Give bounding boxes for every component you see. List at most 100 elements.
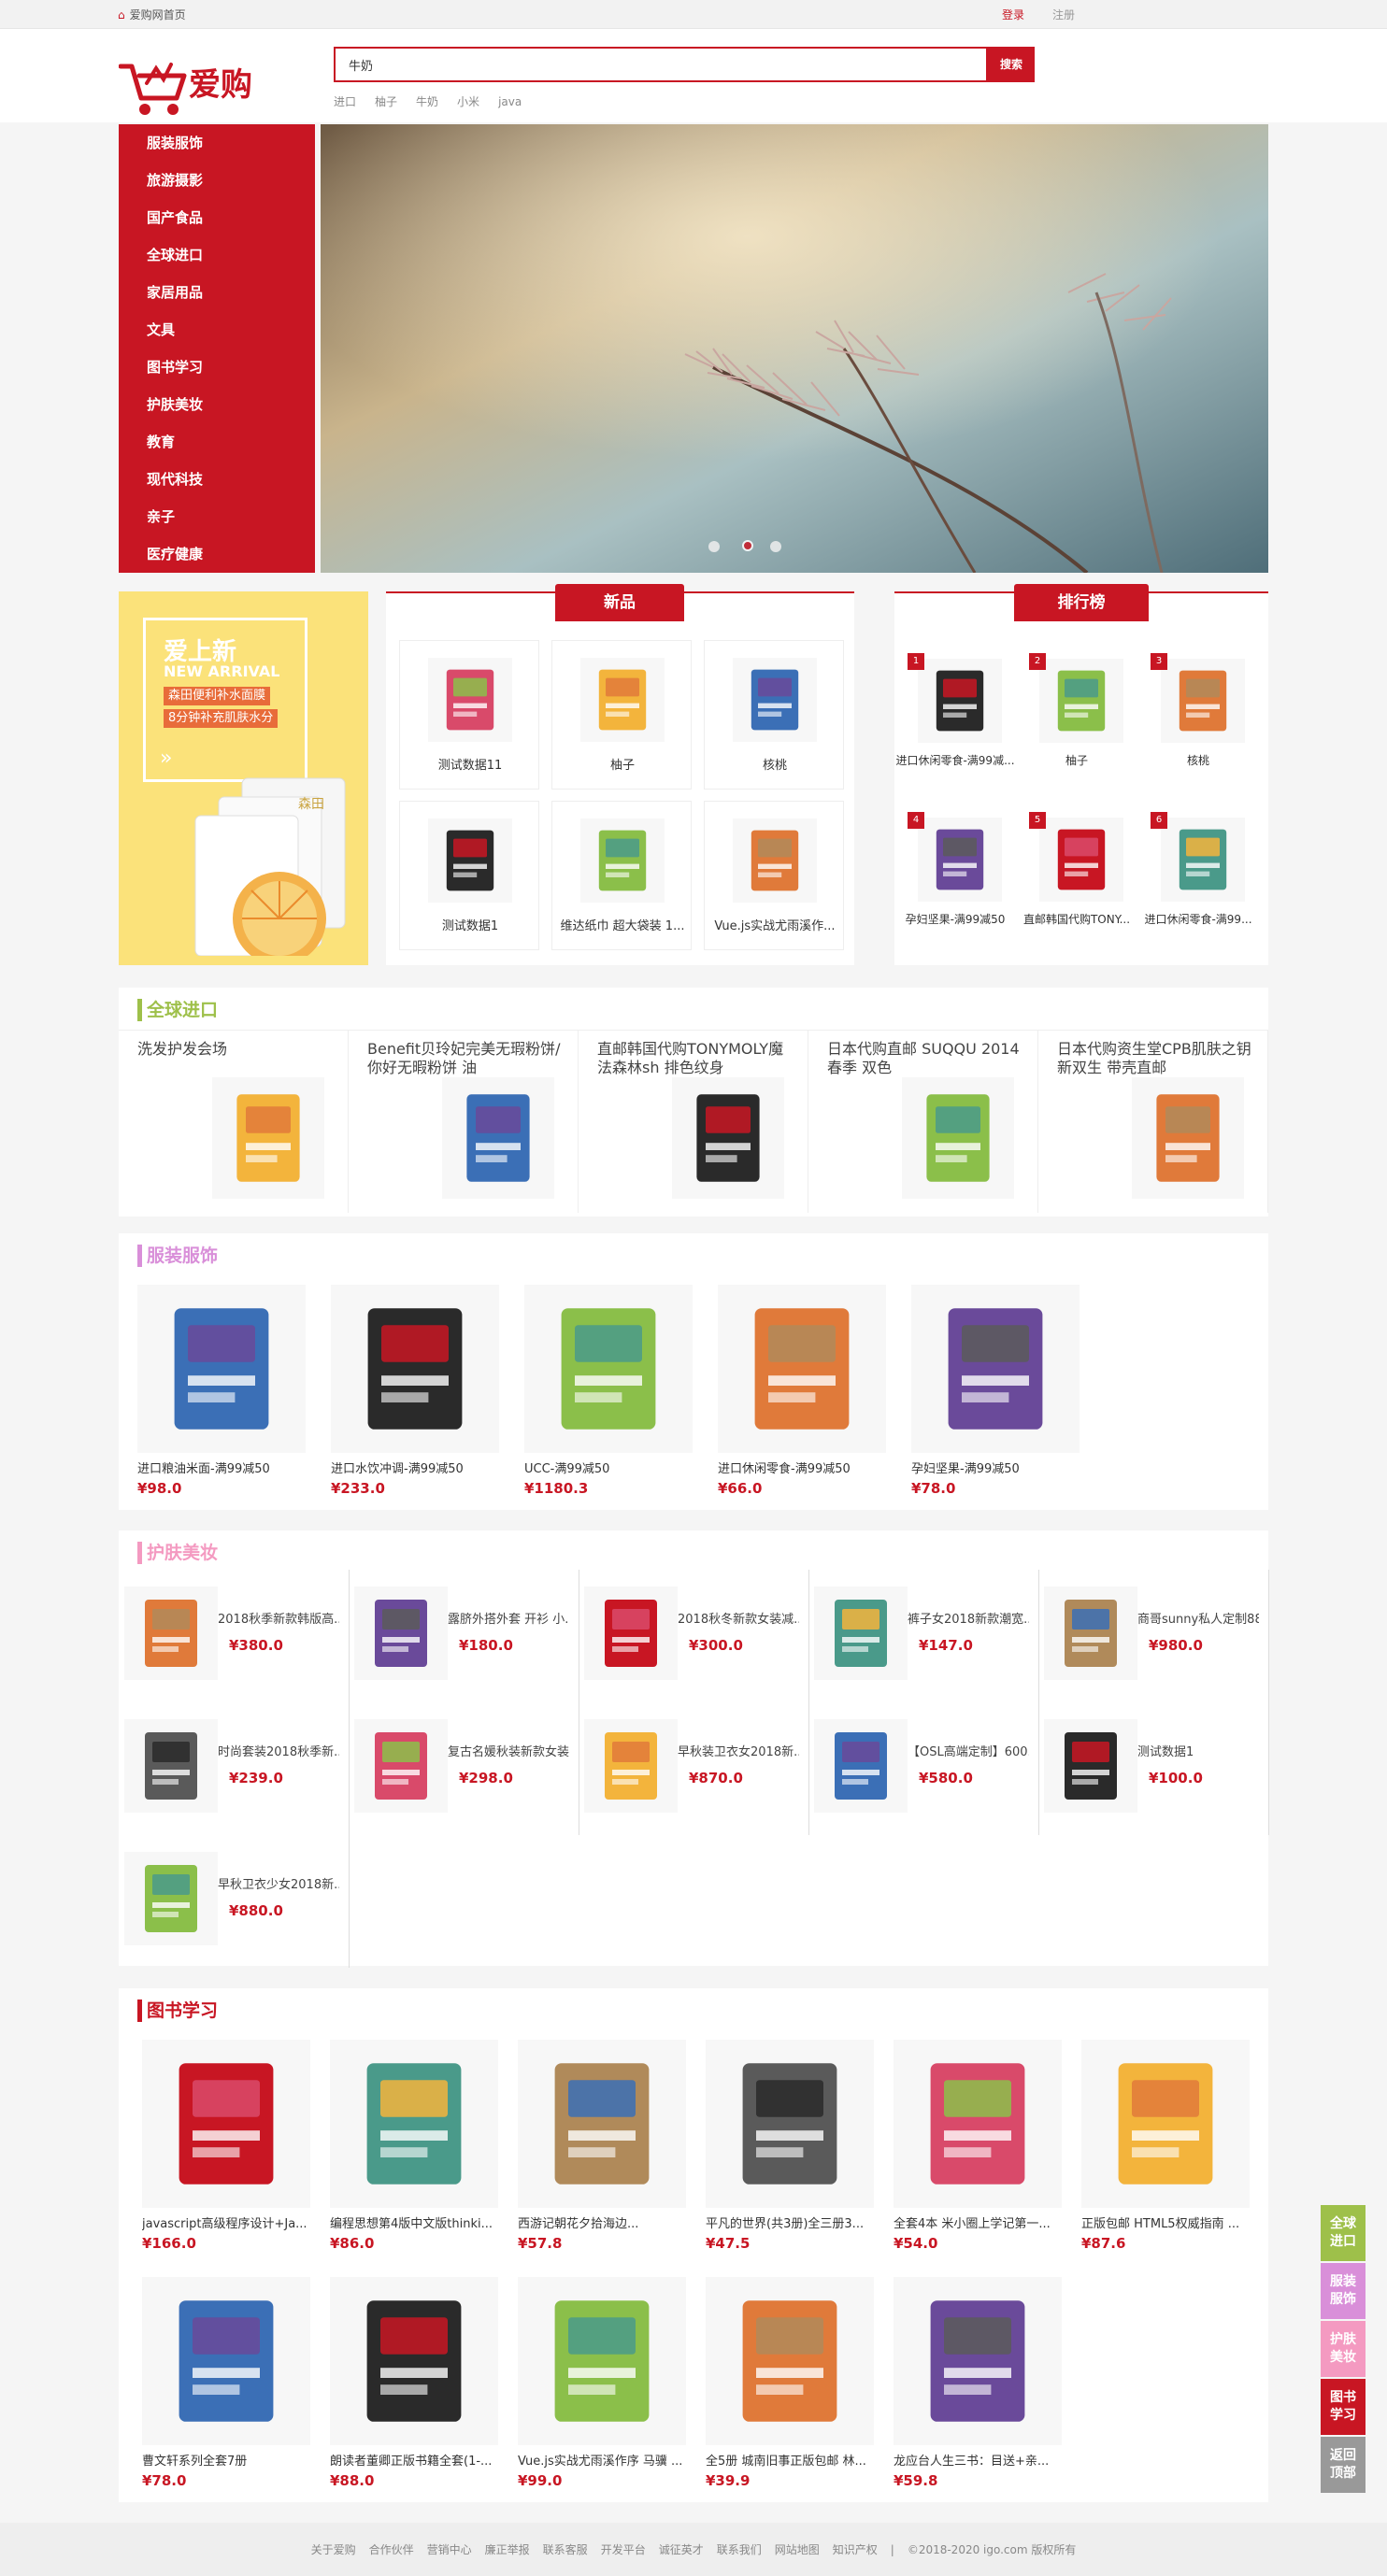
footer-link[interactable]: 网站地图 [775, 2543, 820, 2556]
menu-item-8[interactable]: 教育 [119, 423, 315, 461]
global-import-item[interactable]: 洗发护发会场 [119, 1031, 349, 1213]
menu-item-0[interactable]: 服装服饰 [119, 124, 315, 162]
ranking-item[interactable]: 6 进口休闲零食-满99... [1137, 806, 1259, 956]
new-product-card[interactable]: 测试数据1 [399, 801, 539, 950]
hot-word-3[interactable]: 小米 [457, 95, 479, 108]
new-product-card[interactable]: 测试数据11 [399, 640, 539, 790]
ranking-item[interactable]: 2 柚子 [1016, 648, 1137, 797]
register-link[interactable]: 注册 [1052, 7, 1075, 22]
new-product-card[interactable]: 柚子 [551, 640, 692, 790]
hot-word-2[interactable]: 牛奶 [416, 95, 438, 108]
product-image [894, 2040, 1062, 2208]
side-nav-label-line2: 美妆 [1330, 2350, 1356, 2365]
product-card[interactable]: 进口水饮冲调-满99减50 ¥233.0 [331, 1285, 499, 1497]
menu-item-1[interactable]: 旅游摄影 [119, 162, 315, 199]
footer-link[interactable]: 诚征英才 [659, 2543, 704, 2556]
footer-link[interactable]: 联系我们 [717, 2543, 762, 2556]
product-card[interactable]: 【OSL高端定制】600... ¥580.0 [808, 1702, 1039, 1835]
logo[interactable]: 爱购 [119, 55, 278, 121]
product-card[interactable]: 露脐外搭外套 开衫 小... ¥180.0 [349, 1570, 579, 1702]
product-image [124, 1587, 218, 1680]
hot-word-4[interactable]: java [498, 95, 522, 108]
book-card[interactable]: javascript高级程序设计+Ja... ¥166.0 [142, 2040, 310, 2252]
side-nav-item[interactable]: 图书 学习 [1321, 2379, 1366, 2435]
product-card[interactable]: 商哥sunny私人定制88... ¥980.0 [1038, 1570, 1269, 1702]
menu-item-7[interactable]: 护肤美妆 [119, 386, 315, 423]
book-card[interactable]: 平凡的世界(共3册)全三册3... ¥47.5 [706, 2040, 874, 2252]
menu-item-5[interactable]: 文具 [119, 311, 315, 349]
book-card[interactable]: 编程思想第4版中文版thinki... ¥86.0 [330, 2040, 498, 2252]
footer-link[interactable]: 开发平台 [601, 2543, 646, 2556]
footer: 关于爱购 合作伙伴 营销中心 廉正举报 联系客服 开发平台 诚征英才 联系我们 网站地图 知识产权… [0, 2523, 1387, 2576]
global-import-item[interactable]: 直邮韩国代购TONYMOLY魔法森林sh 排色纹身 [579, 1031, 808, 1213]
menu-item-9[interactable]: 现代科技 [119, 461, 315, 498]
carousel-dot-1[interactable] [708, 541, 720, 552]
book-card[interactable]: 全套4本 米小圈上学记第一... ¥54.0 [894, 2040, 1062, 2252]
new-product-card[interactable]: 核桃 [704, 640, 844, 790]
product-name: 正版包邮 HTML5权威指南 ... [1081, 2217, 1240, 2231]
product-card[interactable]: UCC-满99减50 ¥1180.3 [524, 1285, 693, 1497]
hot-word-1[interactable]: 柚子 [375, 95, 397, 108]
book-card[interactable]: 西游记朝花夕拾海边... ¥57.8 [518, 2040, 686, 2252]
product-card[interactable]: 早秋装卫衣女2018新... ¥870.0 [579, 1702, 809, 1835]
global-import-item[interactable]: Benefit贝玲妃完美无瑕粉饼/你好无暇粉饼 油 [349, 1031, 579, 1213]
footer-link[interactable]: 联系客服 [543, 2543, 588, 2556]
product-price: ¥980.0 [1149, 1637, 1203, 1654]
carousel-dot-2[interactable] [742, 540, 753, 551]
side-nav-label-line2: 服饰 [1330, 2292, 1356, 2307]
hot-word-0[interactable]: 进口 [334, 95, 356, 108]
side-nav-item[interactable]: 服装 服饰 [1321, 2263, 1366, 2319]
menu-item-2[interactable]: 国产食品 [119, 199, 315, 236]
search-input[interactable] [336, 49, 949, 80]
side-nav-label-line1: 返回 [1330, 2448, 1356, 2463]
side-nav-item[interactable]: 护肤 美妆 [1321, 2321, 1366, 2377]
ranking-item[interactable]: 3 核桃 [1137, 648, 1259, 797]
footer-link[interactable]: 知识产权 [833, 2543, 878, 2556]
footer-link[interactable]: 廉正举报 [485, 2543, 530, 2556]
product-card[interactable]: 2018秋季新款韩版高... ¥380.0 [119, 1570, 350, 1702]
menu-item-3[interactable]: 全球进口 [119, 236, 315, 274]
side-nav-item[interactable]: 全球 进口 [1321, 2205, 1366, 2261]
product-name: 进口休闲零食-满99减... [895, 754, 1015, 767]
promo-new-arrival[interactable]: 爱上新 NEW ARRIVAL 森田便利补水面膜 8分钟补充肌肤水分 » 森田 [119, 591, 368, 965]
product-price: ¥870.0 [689, 1770, 743, 1786]
product-card[interactable]: 复古名媛秋装新款女装... ¥298.0 [349, 1702, 579, 1835]
side-nav-item[interactable]: 返回 顶部 [1321, 2437, 1366, 2493]
footer-link[interactable]: 营销中心 [427, 2543, 472, 2556]
book-card[interactable]: Vue.js实战尤雨溪作序 马骥 ... ¥99.0 [518, 2277, 686, 2489]
hero-banner[interactable] [321, 124, 1268, 573]
global-import-item[interactable]: 日本代购直邮 SUQQU 2014 春季 双色 [808, 1031, 1038, 1213]
product-card[interactable]: 早秋卫衣少女2018新... ¥880.0 [119, 1835, 350, 1968]
menu-item-4[interactable]: 家居用品 [119, 274, 315, 311]
product-card[interactable]: 进口粮油米面-满99减50 ¥98.0 [137, 1285, 306, 1497]
product-card[interactable]: 进口休闲零食-满99减50 ¥66.0 [718, 1285, 886, 1497]
product-card[interactable]: 测试数据1 ¥100.0 [1038, 1702, 1269, 1835]
ranking-item[interactable]: 4 孕妇坚果-满99减50 [894, 806, 1016, 956]
ranking-item[interactable]: 5 直邮韩国代购TONY... [1016, 806, 1137, 956]
book-card[interactable]: 正版包邮 HTML5权威指南 ... ¥87.6 [1081, 2040, 1250, 2252]
product-card[interactable]: 孕妇坚果-满99减50 ¥78.0 [911, 1285, 1080, 1497]
book-card[interactable]: 龙应台人生三书：目送+亲... ¥59.8 [894, 2277, 1062, 2489]
menu-item-11[interactable]: 医疗健康 [119, 535, 315, 573]
home-link[interactable]: ⌂ 爱购网首页 [118, 7, 186, 22]
product-price: ¥298.0 [459, 1770, 513, 1786]
book-card[interactable]: 曹文轩系列全套7册 ¥78.0 [142, 2277, 310, 2489]
product-card[interactable]: 时尚套装2018秋季新... ¥239.0 [119, 1702, 350, 1835]
footer-link[interactable]: 关于爱购 [311, 2543, 356, 2556]
product-card[interactable]: 2018秋冬新款女装减... ¥300.0 [579, 1570, 809, 1702]
menu-item-6[interactable]: 图书学习 [119, 349, 315, 386]
new-product-card[interactable]: Vue.js实战尤雨溪作... [704, 801, 844, 950]
login-link[interactable]: 登录 [1002, 7, 1024, 22]
product-card[interactable]: 裤子女2018新款潮宽... ¥147.0 [808, 1570, 1039, 1702]
menu-item-10[interactable]: 亲子 [119, 498, 315, 535]
search-button[interactable]: 搜索 [988, 47, 1035, 82]
book-card[interactable]: 朗读者董卿正版书籍全套(1-... ¥88.0 [330, 2277, 498, 2489]
product-image [428, 658, 512, 742]
global-import-item[interactable]: 日本代购资生堂CPB肌肤之钥新双生 带壳直邮 [1038, 1031, 1268, 1213]
carousel-dot-3[interactable] [770, 541, 781, 552]
product-name: 2018秋冬新款女装减... [678, 1613, 799, 1627]
new-product-card[interactable]: 维达纸巾 超大袋装 1... [551, 801, 692, 950]
ranking-item[interactable]: 1 进口休闲零食-满99减... [894, 648, 1016, 797]
book-card[interactable]: 全5册 城南旧事正版包邮 林... ¥39.9 [706, 2277, 874, 2489]
footer-link[interactable]: 合作伙伴 [369, 2543, 414, 2556]
